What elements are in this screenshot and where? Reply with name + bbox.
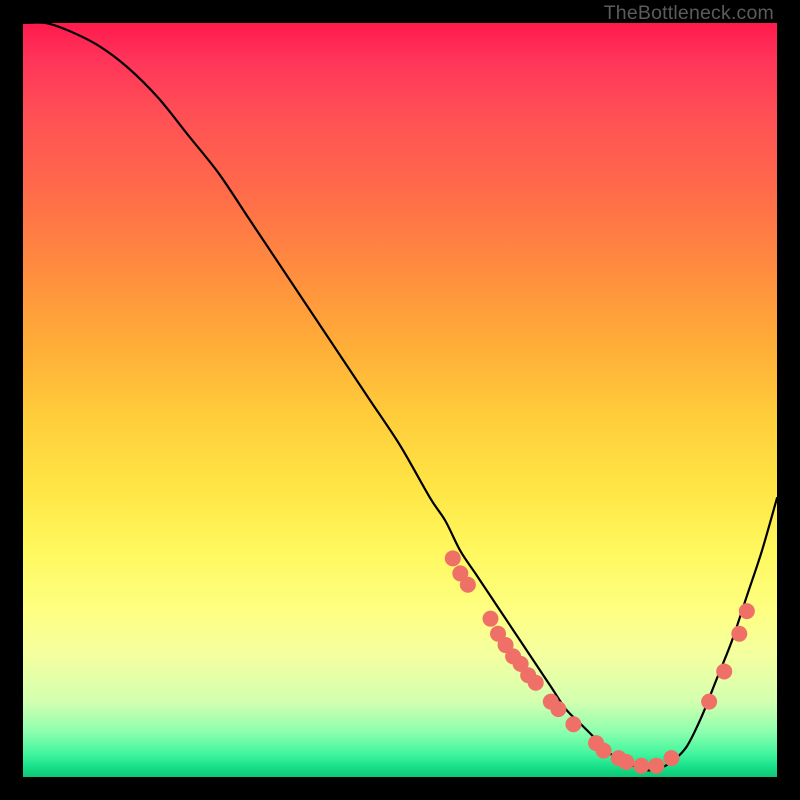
gpu-marker [482,611,498,627]
gpu-marker [648,758,664,774]
gpu-marker [701,694,717,710]
gpu-marker [550,701,566,717]
gpu-marker [596,743,612,759]
gpu-marker [731,626,747,642]
gpu-marker [528,675,544,691]
gpu-marker [565,716,581,732]
gpu-marker [633,758,649,774]
watermark-text: TheBottleneck.com [604,2,774,25]
chart-frame: TheBottleneck.com [0,0,800,800]
gpu-scatter-markers [445,550,755,773]
curve-layer [23,23,777,777]
gpu-marker [445,550,461,566]
plot-area [23,23,777,777]
gpu-marker [663,750,679,766]
gpu-marker [618,754,634,770]
bottleneck-curve [23,23,777,770]
gpu-marker [460,577,476,593]
gpu-marker [716,663,732,679]
gpu-marker [739,603,755,619]
